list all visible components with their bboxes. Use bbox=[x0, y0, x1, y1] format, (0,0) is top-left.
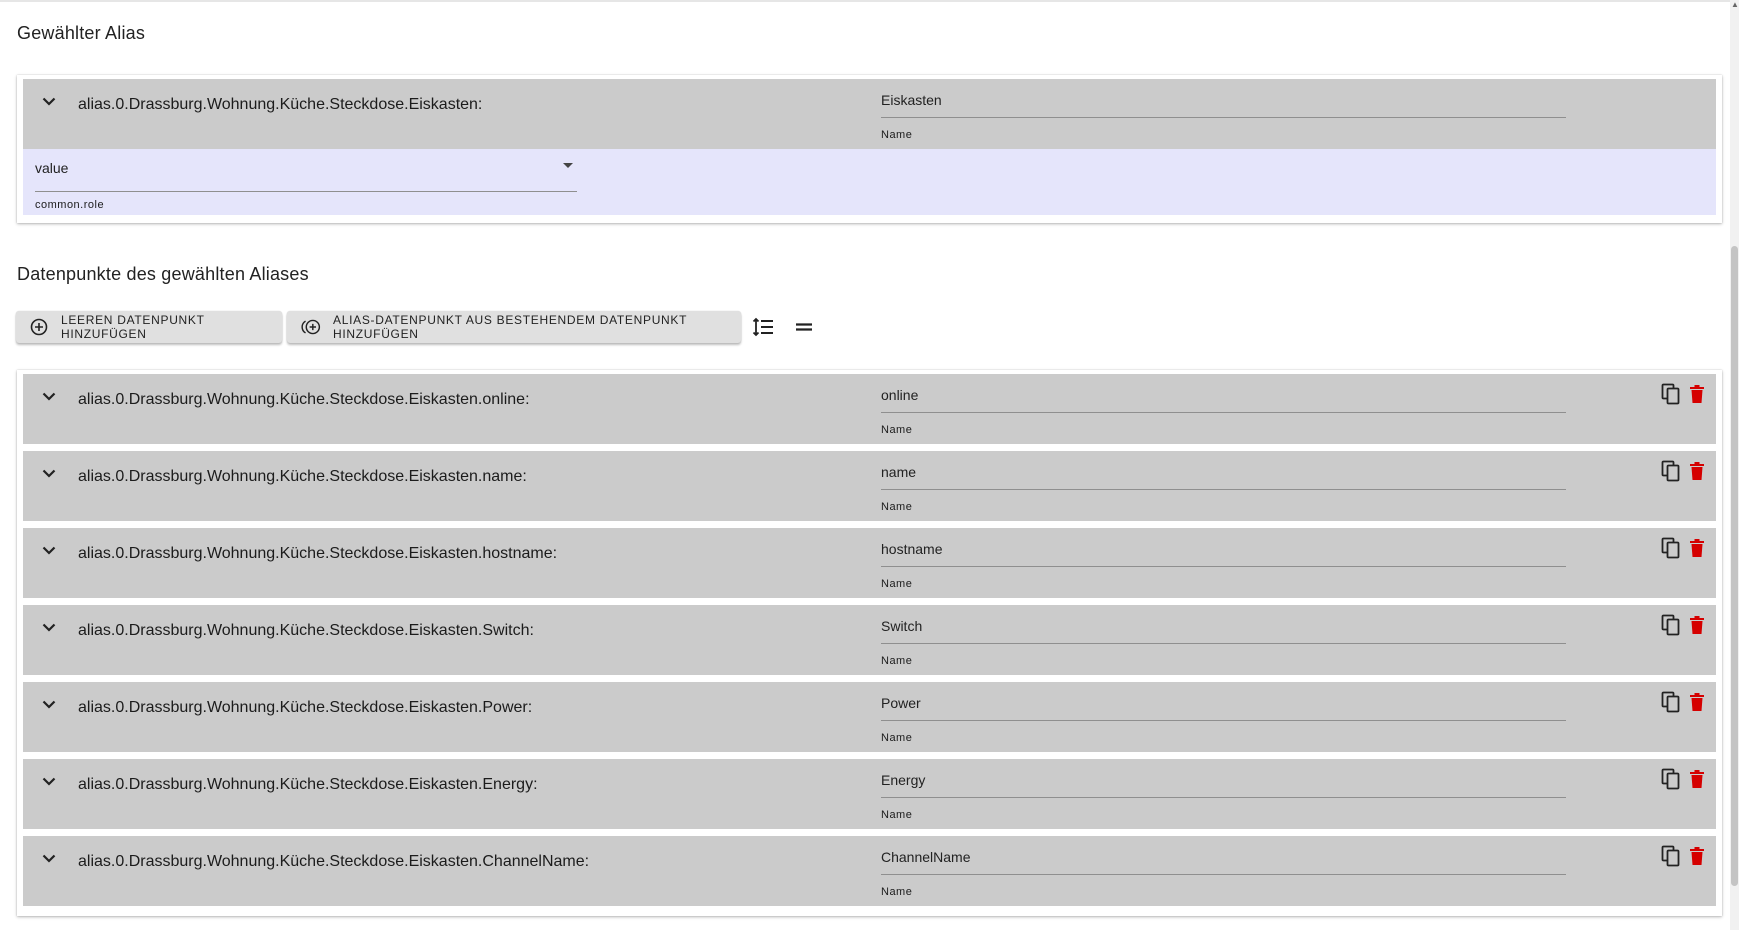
selected-alias-title: Gewählter Alias bbox=[17, 23, 146, 43]
role-select-value: value bbox=[35, 160, 69, 176]
datapoint-name-label: Name bbox=[881, 424, 913, 436]
alias-name-label: Name bbox=[881, 129, 913, 141]
copy-icon[interactable] bbox=[1660, 613, 1682, 637]
delete-trash-icon[interactable] bbox=[1686, 613, 1708, 637]
expand-chevron-down-icon[interactable] bbox=[37, 384, 61, 408]
datapoint-name-label: Name bbox=[881, 886, 913, 898]
role-row: value common.role bbox=[23, 149, 1716, 215]
add-from-existing-button[interactable]: ALIAS-DATENPUNKT AUS BESTEHENDEM DATENPU… bbox=[287, 311, 741, 343]
datapoint-id: alias.0.Drassburg.Wohnung.Küche.Steckdos… bbox=[78, 853, 590, 870]
expand-chevron-down-icon[interactable] bbox=[37, 89, 61, 113]
dropdown-arrow-icon bbox=[563, 163, 573, 168]
expand-chevron-down-icon[interactable] bbox=[37, 769, 61, 793]
datapoint-name-input[interactable]: ChannelName bbox=[881, 848, 1566, 875]
datapoint-name-label: Name bbox=[881, 809, 913, 821]
datapoint-row: alias.0.Drassburg.Wohnung.Küche.Steckdos… bbox=[23, 528, 1716, 598]
datapoint-name-input[interactable]: Power bbox=[881, 694, 1566, 721]
datapoint-name-input[interactable]: online bbox=[881, 386, 1566, 413]
add-circle-outline-stack-icon bbox=[301, 317, 321, 337]
row-actions bbox=[1660, 690, 1708, 714]
datapoint-name-label: Name bbox=[881, 655, 913, 667]
datapoint-row: alias.0.Drassburg.Wohnung.Küche.Steckdos… bbox=[23, 836, 1716, 906]
datapoints-title: Datenpunkte des gewählten Aliases bbox=[17, 264, 309, 284]
row-actions bbox=[1660, 382, 1708, 406]
drag-handle-icon[interactable] bbox=[792, 315, 816, 339]
expand-chevron-down-icon[interactable] bbox=[37, 538, 61, 562]
selected-alias-card: alias.0.Drassburg.Wohnung.Küche.Steckdos… bbox=[17, 75, 1722, 223]
expand-chevron-down-icon[interactable] bbox=[37, 692, 61, 716]
datapoint-row: alias.0.Drassburg.Wohnung.Küche.Steckdos… bbox=[23, 682, 1716, 752]
datapoint-id: alias.0.Drassburg.Wohnung.Küche.Steckdos… bbox=[78, 699, 533, 716]
delete-trash-icon[interactable] bbox=[1686, 690, 1708, 714]
datapoint-row: alias.0.Drassburg.Wohnung.Küche.Steckdos… bbox=[23, 374, 1716, 444]
copy-icon[interactable] bbox=[1660, 767, 1682, 791]
add-empty-datapoint-button[interactable]: LEEREN DATENPUNKT HINZUFÜGEN bbox=[16, 311, 282, 343]
add-circle-icon bbox=[30, 317, 49, 337]
common-role-select[interactable]: value bbox=[35, 157, 577, 192]
copy-icon[interactable] bbox=[1660, 382, 1682, 406]
datapoint-name-label: Name bbox=[881, 501, 913, 513]
datapoint-id: alias.0.Drassburg.Wohnung.Küche.Steckdos… bbox=[78, 468, 527, 485]
delete-trash-icon[interactable] bbox=[1686, 382, 1708, 406]
delete-trash-icon[interactable] bbox=[1686, 459, 1708, 483]
copy-icon[interactable] bbox=[1660, 844, 1682, 868]
datapoint-id: alias.0.Drassburg.Wohnung.Küche.Steckdos… bbox=[78, 391, 530, 408]
row-actions bbox=[1660, 536, 1708, 560]
datapoint-row: alias.0.Drassburg.Wohnung.Küche.Steckdos… bbox=[23, 451, 1716, 521]
copy-icon[interactable] bbox=[1660, 459, 1682, 483]
datapoints-card: alias.0.Drassburg.Wohnung.Küche.Steckdos… bbox=[17, 370, 1722, 916]
datapoint-name-input[interactable]: name bbox=[881, 463, 1566, 490]
datapoint-id: alias.0.Drassburg.Wohnung.Küche.Steckdos… bbox=[78, 622, 534, 639]
datapoint-row: alias.0.Drassburg.Wohnung.Küche.Steckdos… bbox=[23, 605, 1716, 675]
scroll-up-arrow-icon[interactable]: ▲ bbox=[1731, 0, 1739, 10]
delete-trash-icon[interactable] bbox=[1686, 536, 1708, 560]
datapoint-name-label: Name bbox=[881, 732, 913, 744]
row-actions bbox=[1660, 613, 1708, 637]
row-actions bbox=[1660, 844, 1708, 868]
add-empty-datapoint-label: LEEREN DATENPUNKT HINZUFÜGEN bbox=[60, 313, 205, 341]
expand-chevron-down-icon[interactable] bbox=[37, 461, 61, 485]
datapoint-id: alias.0.Drassburg.Wohnung.Küche.Steckdos… bbox=[78, 776, 538, 793]
top-divider bbox=[0, 0, 1730, 2]
alias-row: alias.0.Drassburg.Wohnung.Küche.Steckdos… bbox=[23, 79, 1716, 149]
delete-trash-icon[interactable] bbox=[1686, 767, 1708, 791]
datapoint-id: alias.0.Drassburg.Wohnung.Küche.Steckdos… bbox=[78, 545, 558, 562]
datapoint-name-input[interactable]: Switch bbox=[881, 617, 1566, 644]
alias-name-input[interactable]: Eiskasten bbox=[881, 91, 1566, 118]
alias-id: alias.0.Drassburg.Wohnung.Küche.Steckdos… bbox=[78, 96, 483, 113]
vertical-scrollbar[interactable]: ▲ bbox=[1730, 0, 1739, 930]
expand-chevron-down-icon[interactable] bbox=[37, 615, 61, 639]
row-actions bbox=[1660, 767, 1708, 791]
copy-icon[interactable] bbox=[1660, 690, 1682, 714]
datapoint-name-input[interactable]: hostname bbox=[881, 540, 1566, 567]
datapoint-name-label: Name bbox=[881, 578, 913, 590]
datapoint-name-input[interactable]: Energy bbox=[881, 771, 1566, 798]
common-role-label: common.role bbox=[35, 199, 105, 211]
row-actions bbox=[1660, 459, 1708, 483]
add-from-existing-label: ALIAS-DATENPUNKT AUS BESTEHENDEM DATENPU… bbox=[333, 313, 687, 341]
line-spacing-icon[interactable] bbox=[751, 315, 775, 339]
datapoint-row: alias.0.Drassburg.Wohnung.Küche.Steckdos… bbox=[23, 759, 1716, 829]
copy-icon[interactable] bbox=[1660, 536, 1682, 560]
delete-trash-icon[interactable] bbox=[1686, 844, 1708, 868]
scrollbar-thumb[interactable] bbox=[1731, 246, 1738, 886]
expand-chevron-down-icon[interactable] bbox=[37, 846, 61, 870]
